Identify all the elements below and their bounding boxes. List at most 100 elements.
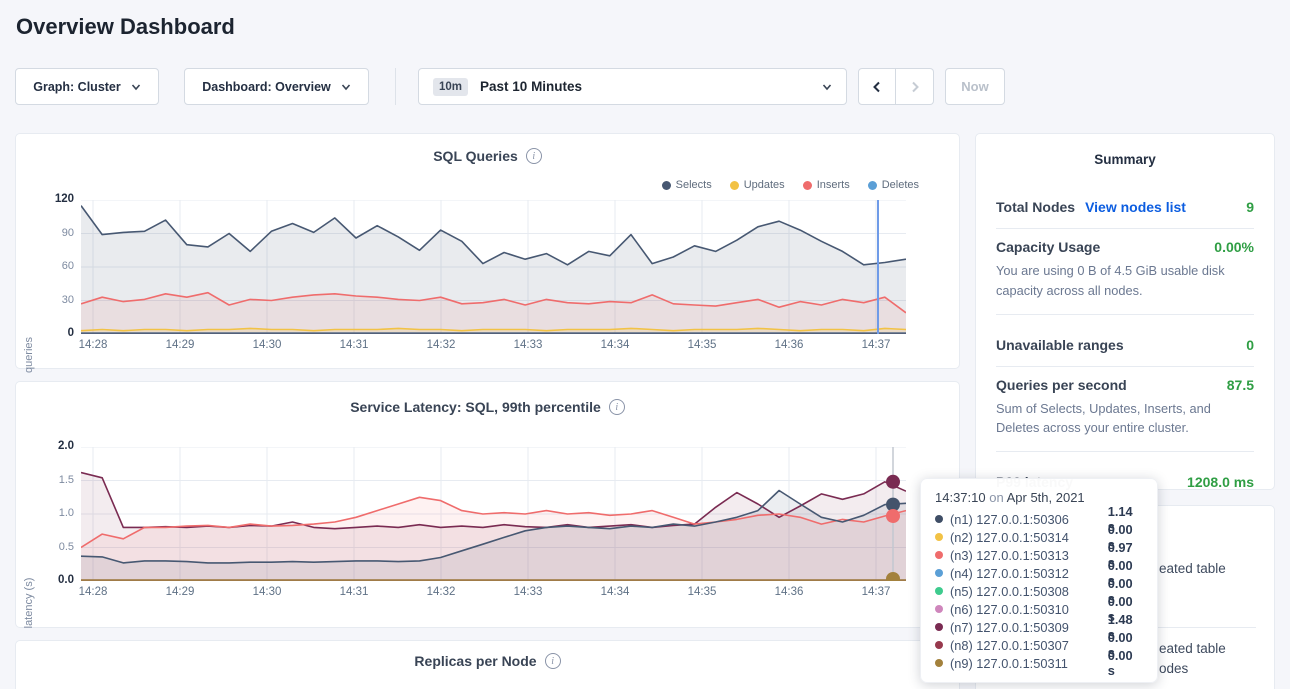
unavailable-ranges-value: 0 bbox=[1246, 337, 1254, 353]
dashboard-dropdown[interactable]: Dashboard: Overview bbox=[184, 68, 369, 105]
summary-title: Summary bbox=[996, 152, 1254, 167]
x-axis-tick: 14:32 bbox=[416, 339, 466, 351]
summary-row-unavailable: Unavailable ranges 0 bbox=[996, 327, 1254, 367]
node-color-dot bbox=[935, 605, 943, 613]
toolbar-divider bbox=[395, 68, 396, 105]
y-axis-tick: 0 bbox=[30, 327, 74, 339]
node-address: (n2) 127.0.0.1:50314 bbox=[950, 530, 1101, 545]
summary-row-total-nodes: Total Nodes View nodes list 9 bbox=[996, 189, 1254, 229]
node-address: (n3) 127.0.0.1:50313 bbox=[950, 548, 1101, 563]
y-axis-tick: 2.0 bbox=[30, 440, 74, 452]
node-address: (n8) 127.0.0.1:50307 bbox=[950, 638, 1101, 653]
y-axis-tick: 0.0 bbox=[30, 574, 74, 586]
chart-title: SQL Queries bbox=[433, 148, 518, 164]
x-axis-tick: 14:31 bbox=[329, 339, 379, 351]
node-address: (n1) 127.0.0.1:50306 bbox=[950, 512, 1101, 527]
time-next-button[interactable] bbox=[896, 68, 934, 105]
x-axis-tick: 14:35 bbox=[677, 339, 727, 351]
time-range-label: Past 10 Minutes bbox=[480, 79, 810, 94]
x-axis-tick: 14:29 bbox=[155, 339, 205, 351]
graph-dropdown-label: Graph: Cluster bbox=[33, 80, 121, 94]
node-address: (n5) 127.0.0.1:50308 bbox=[950, 584, 1101, 599]
sql-queries-plot bbox=[81, 200, 906, 334]
x-axis-tick: 14:34 bbox=[590, 586, 640, 598]
x-axis-tick: 14:35 bbox=[677, 586, 727, 598]
x-axis-tick: 14:34 bbox=[590, 339, 640, 351]
chart-hover-tooltip: 14:37:10 on Apr 5th, 2021 (n1) 127.0.0.1… bbox=[920, 478, 1158, 683]
node-latency-value: 0.00 s bbox=[1108, 648, 1143, 678]
chevron-down-icon bbox=[341, 82, 351, 92]
x-axis-tick: 14:37 bbox=[851, 339, 901, 351]
qps-description: Sum of Selects, Updates, Inserts, and De… bbox=[996, 399, 1254, 453]
node-color-dot bbox=[935, 533, 943, 541]
node-color-dot bbox=[935, 551, 943, 559]
node-color-dot bbox=[935, 641, 943, 649]
legend-color-dot bbox=[730, 181, 739, 190]
legend-item-selects[interactable]: Selects bbox=[662, 179, 712, 191]
chart-legend: Selects Updates Inserts Deletes bbox=[662, 179, 919, 191]
legend-color-dot bbox=[803, 181, 812, 190]
x-axis-tick: 14:31 bbox=[329, 586, 379, 598]
x-axis-tick: 14:36 bbox=[764, 339, 814, 351]
node-color-dot bbox=[935, 515, 943, 523]
chart-plot-area[interactable] bbox=[81, 447, 906, 581]
x-axis-tick: 14:33 bbox=[503, 339, 553, 351]
node-color-dot bbox=[935, 569, 943, 577]
total-nodes-value: 9 bbox=[1246, 199, 1254, 215]
tooltip-node-row: (n9) 127.0.0.1:503110.00 s bbox=[935, 654, 1143, 672]
sql-queries-chart-card: SQL Queries i Selects Updates Inserts Delet… bbox=[15, 133, 960, 369]
graph-dropdown[interactable]: Graph: Cluster bbox=[15, 68, 159, 105]
time-range-select[interactable]: 10m Past 10 Minutes bbox=[418, 68, 847, 105]
view-nodes-list-link[interactable]: View nodes list bbox=[1085, 199, 1186, 215]
chevron-down-icon bbox=[131, 82, 141, 92]
legend-item-inserts[interactable]: Inserts bbox=[803, 179, 850, 191]
legend-item-deletes[interactable]: Deletes bbox=[868, 179, 919, 191]
x-axis-tick: 14:32 bbox=[416, 586, 466, 598]
tooltip-rows: (n1) 127.0.0.1:503061.14 s(n2) 127.0.0.1… bbox=[935, 510, 1143, 672]
time-range-badge: 10m bbox=[433, 78, 468, 96]
y-axis-title: latency (s) bbox=[23, 553, 35, 653]
info-icon[interactable]: i bbox=[526, 148, 542, 164]
qps-value: 87.5 bbox=[1227, 377, 1254, 393]
legend-color-dot bbox=[662, 181, 671, 190]
qps-label: Queries per second bbox=[996, 377, 1127, 393]
unavailable-ranges-label: Unavailable ranges bbox=[996, 337, 1124, 353]
service-latency-plot bbox=[81, 447, 906, 581]
replicas-chart-card: Replicas per Node i bbox=[15, 640, 960, 689]
event-item-fragment[interactable]: eated table odes bbox=[1159, 639, 1226, 679]
y-axis-tick: 30 bbox=[30, 294, 74, 306]
info-icon[interactable]: i bbox=[545, 653, 561, 669]
y-axis-tick: 0.5 bbox=[30, 541, 74, 553]
y-axis-tick: 90 bbox=[30, 227, 74, 239]
info-icon[interactable]: i bbox=[609, 399, 625, 415]
y-axis-tick: 60 bbox=[30, 260, 74, 272]
capacity-usage-value: 0.00% bbox=[1214, 239, 1254, 255]
chart-title: Service Latency: SQL, 99th percentile bbox=[350, 399, 601, 415]
x-axis-tick: 14:29 bbox=[155, 586, 205, 598]
node-color-dot bbox=[935, 659, 943, 667]
x-axis-tick: 14:37 bbox=[851, 586, 901, 598]
x-axis-tick: 14:36 bbox=[764, 586, 814, 598]
x-axis-tick: 14:33 bbox=[503, 586, 553, 598]
total-nodes-label: Total Nodes bbox=[996, 199, 1075, 215]
tooltip-timestamp: 14:37:10 on Apr 5th, 2021 bbox=[935, 490, 1143, 505]
x-axis-tick: 14:30 bbox=[242, 586, 292, 598]
time-now-button[interactable]: Now bbox=[945, 68, 1005, 105]
dashboard-dropdown-label: Dashboard: Overview bbox=[202, 80, 331, 94]
event-item-fragment[interactable]: eated table bbox=[1159, 559, 1226, 579]
node-address: (n7) 127.0.0.1:50309 bbox=[950, 620, 1101, 635]
p99-latency-value: 1208.0 ms bbox=[1187, 474, 1254, 490]
y-axis-tick: 1.0 bbox=[30, 507, 74, 519]
node-color-dot bbox=[935, 587, 943, 595]
chevron-right-icon bbox=[908, 80, 922, 94]
node-color-dot bbox=[935, 623, 943, 631]
x-axis-tick: 14:28 bbox=[68, 586, 118, 598]
summary-panel: Summary Total Nodes View nodes list 9 Ca… bbox=[975, 133, 1275, 490]
legend-item-updates[interactable]: Updates bbox=[730, 179, 785, 191]
capacity-usage-description: You are using 0 B of 4.5 GiB usable disk… bbox=[996, 261, 1254, 315]
time-prev-button[interactable] bbox=[858, 68, 896, 105]
service-latency-chart-card: Service Latency: SQL, 99th percentile i … bbox=[15, 381, 960, 628]
node-address: (n9) 127.0.0.1:50311 bbox=[950, 656, 1101, 671]
chart-plot-area[interactable] bbox=[81, 200, 906, 334]
capacity-usage-label: Capacity Usage bbox=[996, 239, 1100, 255]
